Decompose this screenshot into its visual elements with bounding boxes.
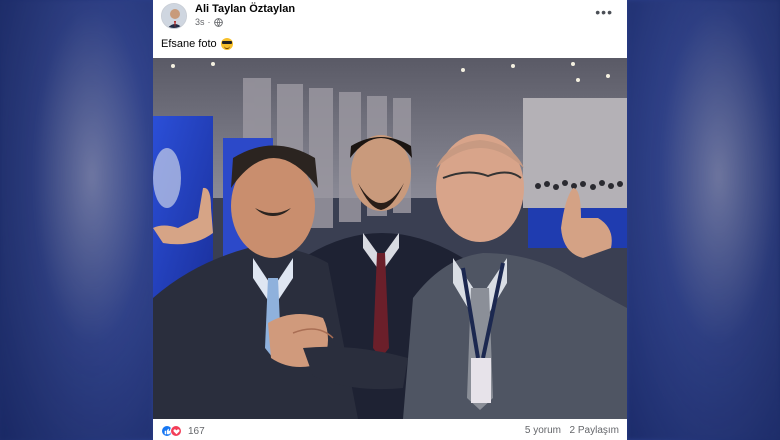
reaction-count: 167: [188, 425, 205, 437]
author-name[interactable]: Ali Taylan Öztaylan: [195, 3, 295, 15]
post-message: Efsane foto: [161, 38, 217, 50]
post-meta: 3s ·: [195, 17, 223, 27]
facebook-post-card: Ali Taylan Öztaylan 3s · ••• Efsane foto: [153, 0, 627, 440]
post-text: Efsane foto: [161, 38, 233, 50]
shares-count-link[interactable]: 2 Paylaşım: [570, 425, 619, 436]
background-blur-right: [627, 0, 780, 440]
background-blur-left: [0, 0, 153, 440]
comments-count-link[interactable]: 5 yorum: [525, 425, 561, 436]
post-header: Ali Taylan Öztaylan 3s · •••: [153, 0, 627, 32]
post-footer: 167 5 yorum 2 Paylaşım: [153, 419, 627, 440]
post-time[interactable]: 3s: [195, 17, 205, 27]
globe-icon: [213, 17, 223, 27]
smiling-face-with-sunglasses-icon: [220, 38, 233, 50]
more-options-icon[interactable]: •••: [595, 5, 613, 19]
author-avatar[interactable]: [161, 3, 187, 29]
reactions-summary[interactable]: 167: [161, 425, 205, 437]
post-photo[interactable]: [153, 58, 627, 419]
love-icon: [170, 425, 182, 437]
